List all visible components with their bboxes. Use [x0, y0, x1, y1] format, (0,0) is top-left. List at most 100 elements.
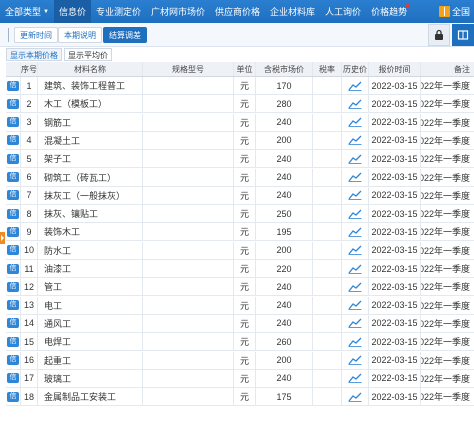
table-row[interactable]: 信16起重工 元200 2022-03-152022年一季度 [6, 351, 474, 370]
info-badge-icon[interactable]: 信 [7, 281, 19, 292]
lock-icon[interactable] [428, 24, 450, 46]
header-tax[interactable]: 税率 [313, 62, 342, 76]
nav-item-5[interactable]: 企业材料库 [265, 0, 320, 23]
history-chart-icon[interactable] [342, 186, 369, 204]
history-chart-icon[interactable] [342, 168, 369, 186]
history-chart-icon[interactable] [342, 351, 369, 369]
info-cell[interactable]: 信 [6, 369, 21, 387]
history-chart-icon[interactable] [342, 205, 369, 223]
table-row[interactable]: 信1建筑、装饰工程普工 元170 2022-03-152022年一季度 [6, 77, 474, 95]
header-unit[interactable]: 单位 [234, 62, 256, 76]
info-badge-icon[interactable]: 信 [7, 373, 19, 384]
info-badge-icon[interactable]: 信 [7, 318, 19, 329]
table-row[interactable]: 信5架子工 元240 2022-03-152022年一季度 [6, 150, 474, 169]
nav-item-3[interactable]: 广材网市场价 [146, 0, 210, 23]
table-row[interactable]: 信10防水工 元200 2022-03-152022年一季度 [6, 241, 474, 260]
info-badge-icon[interactable]: 信 [7, 172, 19, 182]
nav-item-1[interactable]: 信息价 [53, 0, 91, 23]
history-chart-icon[interactable] [342, 223, 369, 241]
period-notes-button[interactable]: 本期说明 [58, 27, 102, 43]
header-price[interactable]: 含税市场价 [256, 62, 313, 76]
history-chart-icon[interactable] [342, 150, 369, 168]
info-cell[interactable]: 信 [6, 333, 21, 351]
table-row[interactable]: 信14通风工 元240 2022-03-152022年一季度 [6, 314, 474, 333]
info-badge-icon[interactable]: 信 [7, 135, 19, 146]
header-time[interactable]: 报价时间 [369, 62, 421, 76]
table-row[interactable]: 信13电工 元240 2022-03-152022年一季度 [6, 296, 474, 315]
nav-item-6[interactable]: 人工询价 [320, 0, 366, 23]
collapse-side-tab[interactable] [0, 232, 5, 244]
info-badge-icon[interactable]: 信 [7, 336, 19, 347]
info-badge-icon[interactable]: 信 [7, 263, 19, 274]
info-cell[interactable]: 信 [6, 296, 21, 314]
info-cell[interactable]: 信 [6, 223, 21, 241]
table-row[interactable]: 信3钢筋工 元240 2022-03-152022年一季度 [6, 113, 474, 132]
table-row[interactable]: 信12管工 元240 2022-03-152022年一季度 [6, 278, 474, 297]
table-row[interactable]: 信6砌筑工（砖瓦工） 元240 2022-03-152022年一季度 [6, 168, 474, 187]
show-current-price-button[interactable]: 显示本期价格 [6, 48, 62, 61]
info-badge-icon[interactable]: 信 [7, 153, 19, 164]
table-row[interactable]: 信2木工（模板工） 元280 2022-03-152022年一季度 [6, 95, 474, 114]
info-cell[interactable]: 信 [6, 186, 21, 204]
history-chart-icon[interactable] [342, 388, 369, 406]
history-chart-icon[interactable] [342, 113, 369, 131]
table-row[interactable]: 信4混凝土工 元200 2022-03-152022年一季度 [6, 131, 474, 150]
info-cell[interactable]: 信 [6, 351, 21, 369]
info-cell[interactable]: 信 [6, 260, 21, 277]
info-cell[interactable]: 信 [6, 150, 21, 168]
settlement-adjust-button[interactable]: 结算调差 [103, 27, 147, 43]
price-table: 序号 材料名称 规格型号 单位 含税市场价 税率 历史价 报价时间 备注 信1建… [6, 62, 474, 436]
info-badge-icon[interactable]: 信 [7, 80, 19, 91]
history-chart-icon[interactable] [342, 333, 369, 351]
info-cell[interactable]: 信 [6, 388, 21, 406]
table-row[interactable]: 信8抹灰、镶贴工 元250 2022-03-152022年一季度 [6, 205, 474, 224]
info-badge-icon[interactable]: 信 [7, 190, 19, 201]
cell-unit: 元 [234, 333, 256, 351]
info-cell[interactable]: 信 [6, 241, 21, 259]
table-row[interactable]: 信9装饰木工 元195 2022-03-152022年一季度 [6, 223, 474, 242]
table-row[interactable]: 信17玻璃工 元240 2022-03-152022年一季度 [6, 369, 474, 388]
info-cell[interactable]: 信 [6, 95, 21, 113]
info-cell[interactable]: 信 [6, 314, 21, 332]
info-cell[interactable]: 信 [6, 77, 21, 94]
history-chart-icon[interactable] [342, 241, 369, 259]
info-badge-icon[interactable]: 信 [7, 391, 19, 402]
book-icon[interactable] [452, 24, 474, 46]
cell-name: 油漆工 [38, 260, 143, 277]
nav-item-4[interactable]: 供应商价格 [210, 0, 265, 23]
info-cell[interactable]: 信 [6, 131, 21, 149]
nav-item-2[interactable]: 专业测定价 [91, 0, 146, 23]
nav-item-0[interactable]: 全部类型 ▼ [0, 0, 54, 23]
info-cell[interactable]: 信 [6, 168, 21, 186]
history-chart-icon[interactable] [342, 296, 369, 314]
table-row[interactable]: 信7抹灰工（一般抹灰） 元240 2022-03-152022年一季度 [6, 186, 474, 205]
info-badge-icon[interactable]: 信 [7, 117, 19, 128]
nav-item-7[interactable]: 价格趋势 [366, 0, 412, 23]
info-cell[interactable]: 信 [6, 113, 21, 131]
show-average-price-button[interactable]: 显示平均价 [64, 48, 112, 61]
table-row[interactable]: 信18金属制品工安装工 元175 2022-03-152022年一季度 [6, 388, 474, 407]
update-time-button[interactable]: 更新时间 [14, 27, 58, 43]
cell-time: 2022-03-15 [369, 131, 421, 149]
history-chart-icon[interactable] [342, 369, 369, 387]
history-chart-icon[interactable] [342, 77, 369, 94]
history-chart-icon[interactable] [342, 314, 369, 332]
info-badge-icon[interactable]: 信 [7, 300, 19, 311]
table-row[interactable]: 信11油漆工 元220 2022-03-152022年一季度 [6, 260, 474, 278]
info-badge-icon[interactable]: 信 [7, 355, 19, 365]
history-chart-icon[interactable] [342, 260, 369, 277]
info-cell[interactable]: 信 [6, 205, 21, 223]
cell-time: 2022-03-15 [369, 223, 421, 241]
history-chart-icon[interactable] [342, 131, 369, 149]
history-chart-icon[interactable] [342, 278, 369, 296]
info-cell[interactable]: 信 [6, 278, 21, 296]
header-name[interactable]: 材料名称 [38, 62, 143, 76]
history-chart-icon[interactable] [342, 95, 369, 113]
info-badge-icon[interactable]: 信 [7, 208, 19, 219]
region-selector[interactable]: 全国 [438, 0, 474, 23]
table-row[interactable]: 信15电焊工 元260 2022-03-152022年一季度 [6, 333, 474, 352]
info-badge-icon[interactable]: 信 [7, 226, 19, 237]
header-spec[interactable]: 规格型号 [143, 62, 234, 76]
info-badge-icon[interactable]: 信 [7, 245, 19, 256]
info-badge-icon[interactable]: 信 [7, 98, 19, 109]
